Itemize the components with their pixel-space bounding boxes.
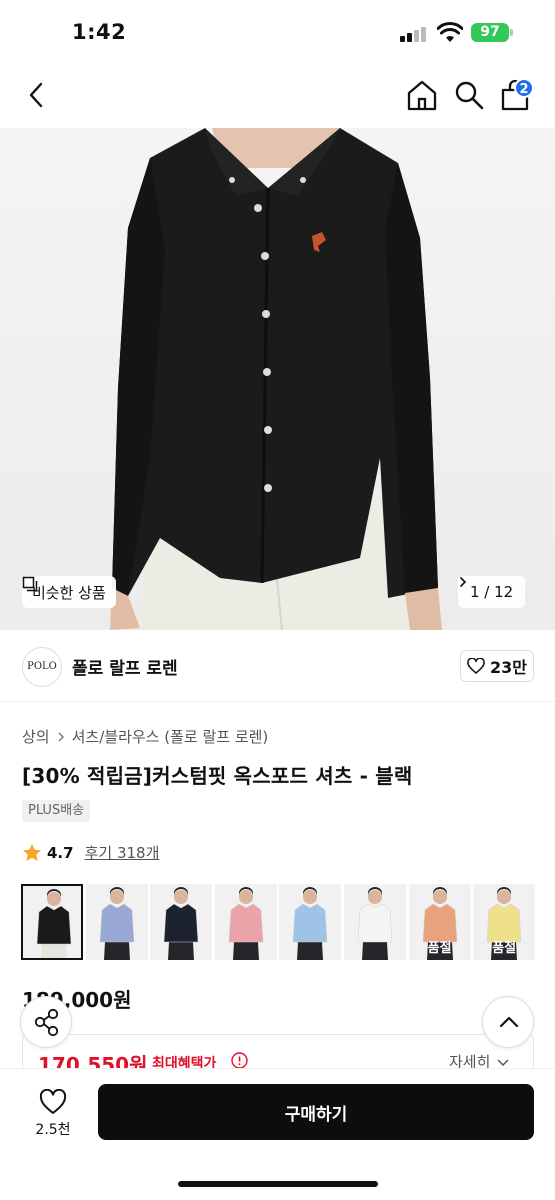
breadcrumb-subcategory[interactable]: 셔츠/블라우스 (폴로 랄프 로렌) [72, 726, 269, 747]
chevron-down-icon [497, 1058, 509, 1066]
brand-logo[interactable]: POLO [22, 647, 62, 687]
top-nav: 2 [0, 66, 555, 128]
heart-icon [39, 1089, 67, 1114]
brand-name[interactable]: 폴로 랄프 로렌 [72, 654, 178, 679]
thumbnail-photo [99, 887, 134, 960]
battery-indicator: 97 [471, 23, 509, 42]
heart-icon [467, 658, 485, 674]
thumbnail-item[interactable]: 품절 [408, 884, 471, 960]
similar-products-label: 비슷한 상품 [32, 583, 106, 602]
thumbnail-item[interactable] [85, 884, 148, 960]
breadcrumb: 상의 셔츠/블라우스 (폴로 랄프 로렌) [22, 726, 268, 747]
image-counter-text: 1 / 12 [470, 583, 514, 601]
thumbnail-item[interactable] [150, 884, 213, 960]
favorite-button[interactable]: 2.5천 [28, 1085, 78, 1141]
home-indicator [178, 1181, 378, 1187]
chevron-right-icon [460, 577, 467, 587]
info-icon[interactable] [231, 1052, 248, 1069]
status-bar: 1:42 97 [0, 0, 555, 66]
thumbnail-photo [293, 887, 328, 960]
brand-row[interactable]: POLO 폴로 랄프 로렌 23만 [0, 630, 555, 702]
cart-count-badge: 2 [514, 78, 534, 98]
chevron-right-icon [58, 732, 64, 741]
product-photo [110, 128, 442, 630]
copy-icon [22, 576, 38, 592]
brand-like-count: 23만 [490, 658, 527, 677]
thumbnail-item[interactable] [279, 884, 342, 960]
share-button[interactable] [20, 996, 72, 1048]
share-icon [34, 1008, 59, 1037]
thumbnail-photo [357, 887, 393, 960]
thumbnail-item[interactable] [214, 884, 277, 960]
thumbnail-photo [36, 889, 72, 958]
breadcrumb-category[interactable]: 상의 [22, 726, 50, 747]
thumbnail-photo [228, 887, 264, 960]
search-icon[interactable] [452, 78, 486, 112]
home-icon[interactable] [404, 78, 440, 112]
similar-products-button[interactable]: 비슷한 상품 [22, 576, 116, 608]
rating-score: 4.7 [47, 843, 74, 862]
thumbnail-strip[interactable]: 품절 품절 [21, 884, 555, 960]
chevron-up-icon [499, 1016, 519, 1028]
favorite-count: 2.5천 [35, 1122, 71, 1138]
delivery-badge: PLUS배송 [22, 800, 91, 822]
thumbnail-item[interactable] [21, 884, 83, 960]
buy-button[interactable]: 구매하기 [98, 1084, 534, 1140]
cellular-signal-icon [400, 26, 430, 42]
wifi-icon [437, 22, 463, 42]
back-arrow-icon[interactable] [22, 80, 52, 110]
thumbnail-photo [163, 887, 199, 960]
battery-cap [510, 29, 513, 36]
thumbnail-item[interactable]: 품절 [473, 884, 536, 960]
star-icon [23, 844, 41, 861]
rating-row[interactable]: 4.7 후기 318개 [22, 842, 159, 863]
sold-out-label: 품절 [427, 941, 452, 956]
product-image-carousel[interactable]: 비슷한 상품 1 / 12 [0, 128, 555, 630]
image-counter[interactable]: 1 / 12 [458, 576, 526, 608]
scroll-top-button[interactable] [482, 996, 534, 1048]
status-time: 1:42 [72, 20, 127, 44]
sold-out-label: 품절 [492, 941, 517, 956]
product-title: [30% 적립금]커스텀핏 옥스포드 셔츠 - 블랙 [22, 764, 413, 788]
review-count-link[interactable]: 후기 318개 [85, 842, 160, 863]
thumbnail-item[interactable] [344, 884, 406, 960]
brand-like-button[interactable]: 23만 [460, 650, 534, 682]
